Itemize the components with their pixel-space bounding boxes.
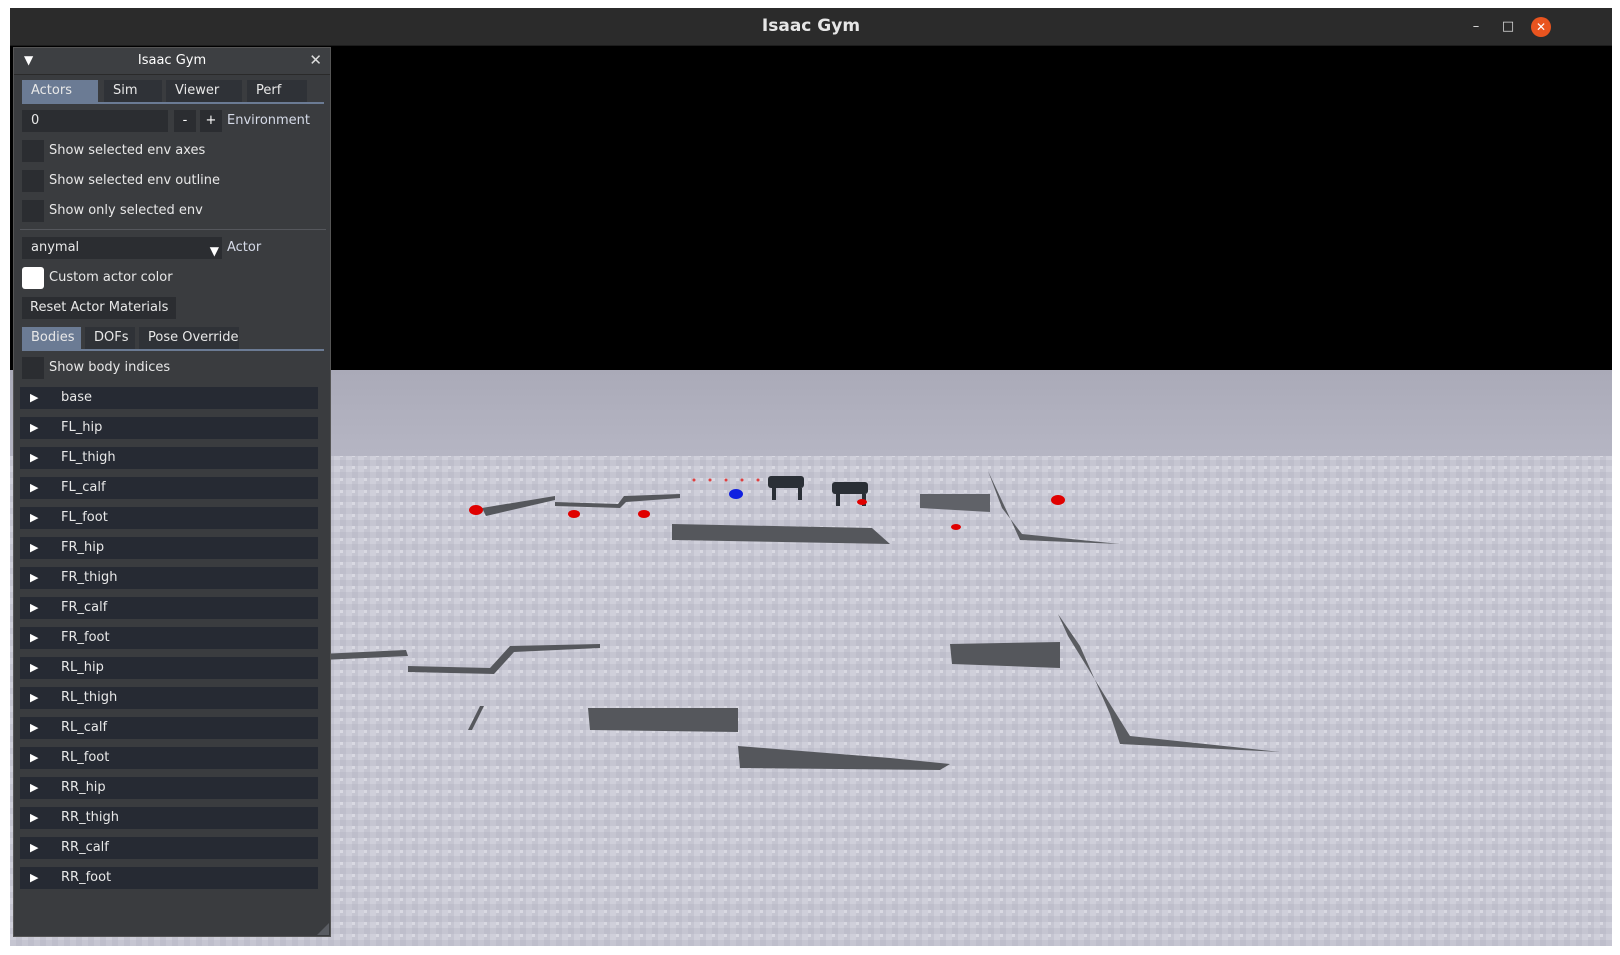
tab-viewer[interactable]: Viewer — [166, 80, 242, 102]
show-env-outline-checkbox[interactable] — [22, 170, 44, 192]
body-name: RL_foot — [61, 750, 110, 765]
subtab-underline — [22, 349, 324, 351]
expand-arrow-icon[interactable]: ▶ — [30, 537, 38, 559]
body-name: FL_thigh — [61, 450, 116, 465]
show-body-indices-label: Show body indices — [49, 360, 171, 375]
body-tree-item[interactable]: ▶ base — [20, 387, 318, 409]
title-bar: Isaac Gym – □ ✕ — [10, 8, 1612, 46]
body-tree-item[interactable]: ▶ FR_thigh — [20, 567, 318, 589]
body-name: base — [61, 390, 92, 405]
actor-dropdown[interactable]: anymal ▼ — [22, 237, 222, 259]
panel-title: Isaac Gym — [137, 53, 207, 68]
body-tree-item[interactable]: ▶ FL_foot — [20, 507, 318, 529]
body-tree-item[interactable]: ▶ RL_hip — [20, 657, 318, 679]
environment-input[interactable]: 0 — [22, 110, 168, 132]
panel-title-bar[interactable]: ▼ Isaac Gym ✕ — [14, 48, 330, 75]
expand-arrow-icon[interactable]: ▶ — [30, 867, 38, 889]
window-title: Isaac Gym — [761, 16, 861, 36]
tab-actors[interactable]: Actors — [22, 80, 98, 102]
expand-arrow-icon[interactable]: ▶ — [30, 807, 38, 829]
isaac-gym-panel: ▼ Isaac Gym ✕ Actors Sim Viewer Perf 0 -… — [13, 47, 331, 937]
dropdown-arrow-icon[interactable]: ▼ — [210, 240, 219, 262]
tab-pose-override[interactable]: Pose Override — [139, 327, 239, 349]
body-name: RL_calf — [61, 720, 108, 735]
expand-arrow-icon[interactable]: ▶ — [30, 777, 38, 799]
body-name: FR_thigh — [61, 570, 118, 585]
body-tree-item[interactable]: ▶ FL_thigh — [20, 447, 318, 469]
resize-grip-icon[interactable] — [317, 923, 329, 935]
body-tree-item[interactable]: ▶ RR_thigh — [20, 807, 318, 829]
body-tree-item[interactable]: ▶ RL_foot — [20, 747, 318, 769]
env-increment-button[interactable]: + — [200, 110, 222, 132]
body-name: FR_calf — [61, 600, 108, 615]
body-name: FR_foot — [61, 630, 110, 645]
body-name: FL_hip — [61, 420, 103, 435]
env-decrement-button[interactable]: - — [174, 110, 196, 132]
tab-dofs[interactable]: DOFs — [85, 327, 135, 349]
expand-arrow-icon[interactable]: ▶ — [30, 507, 38, 529]
show-env-axes-label: Show selected env axes — [49, 143, 206, 158]
expand-arrow-icon[interactable]: ▶ — [30, 627, 38, 649]
expand-arrow-icon[interactable]: ▶ — [30, 387, 38, 409]
body-name: RR_foot — [61, 870, 112, 885]
actor-dropdown-value: anymal — [31, 240, 80, 255]
body-name: FL_foot — [61, 510, 108, 525]
show-only-env-label: Show only selected env — [49, 203, 203, 218]
expand-arrow-icon[interactable]: ▶ — [30, 597, 38, 619]
expand-arrow-icon[interactable]: ▶ — [30, 837, 38, 859]
tab-underline — [22, 102, 324, 104]
expand-arrow-icon[interactable]: ▶ — [30, 417, 38, 439]
reset-actor-materials-button[interactable]: Reset Actor Materials — [22, 297, 177, 319]
body-tree-item[interactable]: ▶ RL_thigh — [20, 687, 318, 709]
show-env-axes-checkbox[interactable] — [22, 140, 44, 162]
close-panel-icon[interactable]: ✕ — [309, 51, 322, 69]
body-name: RR_thigh — [61, 810, 120, 825]
body-name: FR_hip — [61, 540, 105, 555]
body-tree-item[interactable]: ▶ RR_foot — [20, 867, 318, 889]
maximize-icon[interactable]: □ — [1498, 17, 1518, 37]
actor-label: Actor — [227, 240, 262, 255]
expand-arrow-icon[interactable]: ▶ — [30, 447, 38, 469]
expand-arrow-icon[interactable]: ▶ — [30, 687, 38, 709]
expand-arrow-icon[interactable]: ▶ — [30, 717, 38, 739]
expand-arrow-icon[interactable]: ▶ — [30, 747, 38, 769]
body-name: RR_hip — [61, 780, 106, 795]
show-env-outline-label: Show selected env outline — [49, 173, 221, 188]
body-name: RL_thigh — [61, 690, 118, 705]
body-name: RL_hip — [61, 660, 104, 675]
separator — [20, 229, 326, 230]
body-tree-item[interactable]: ▶ FR_hip — [20, 537, 318, 559]
expand-arrow-icon[interactable]: ▶ — [30, 657, 38, 679]
custom-actor-color-label: Custom actor color — [49, 270, 173, 285]
minimize-icon[interactable]: – — [1466, 17, 1486, 37]
body-tree-item[interactable]: ▶ RR_calf — [20, 837, 318, 859]
body-tree-item[interactable]: ▶ RL_calf — [20, 717, 318, 739]
body-tree-item[interactable]: ▶ RR_hip — [20, 777, 318, 799]
custom-actor-color-swatch[interactable] — [22, 267, 44, 289]
body-tree-item[interactable]: ▶ FL_calf — [20, 477, 318, 499]
tab-perf[interactable]: Perf — [247, 80, 307, 102]
close-window-icon[interactable]: ✕ — [1531, 17, 1551, 37]
show-body-indices-checkbox[interactable] — [22, 357, 44, 379]
expand-arrow-icon[interactable]: ▶ — [30, 477, 38, 499]
tab-sim[interactable]: Sim — [104, 80, 162, 102]
body-name: RR_calf — [61, 840, 109, 855]
environment-label: Environment — [227, 113, 311, 128]
body-tree-item[interactable]: ▶ FL_hip — [20, 417, 318, 439]
expand-arrow-icon[interactable]: ▶ — [30, 567, 38, 589]
tab-bodies[interactable]: Bodies — [22, 327, 81, 349]
body-tree-item[interactable]: ▶ FR_foot — [20, 627, 318, 649]
show-only-env-checkbox[interactable] — [22, 200, 44, 222]
body-name: FL_calf — [61, 480, 106, 495]
body-tree-item[interactable]: ▶ FR_calf — [20, 597, 318, 619]
